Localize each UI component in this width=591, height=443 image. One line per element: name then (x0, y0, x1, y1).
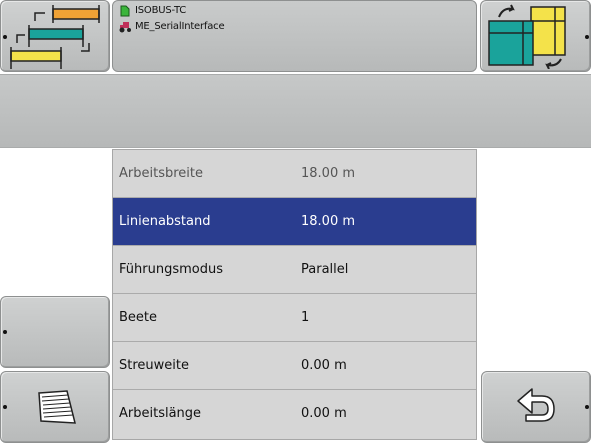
field-pattern-icon (38, 390, 76, 424)
field-pattern-button[interactable] (0, 371, 110, 443)
empty-softkey-button[interactable] (0, 296, 110, 368)
softkey-marker-icon (585, 405, 589, 409)
window-swap-icon (488, 4, 566, 69)
parameter-value: Parallel (301, 262, 349, 277)
table-row[interactable]: Beete 1 (113, 294, 476, 342)
task-controller-name: ISOBUS-TC (135, 5, 187, 16)
softkey-marker-icon (585, 35, 589, 39)
document-icon (120, 5, 130, 17)
parameter-value: 0.00 m (301, 358, 347, 373)
parameter-table: Arbeitsbreite 18.00 m Linienabstand 18.0… (112, 149, 477, 440)
table-row[interactable]: Arbeitslänge 0.00 m (113, 390, 476, 438)
task-info-panel: ISOBUS-TC ME_SerialInterface (112, 0, 477, 72)
table-row[interactable]: Führungsmodus Parallel (113, 246, 476, 294)
parameter-label: Arbeitsbreite (119, 166, 203, 181)
parameter-value: 1 (301, 310, 310, 325)
table-row[interactable]: Arbeitsbreite 18.00 m (113, 150, 476, 198)
parameter-value: 0.00 m (301, 406, 347, 421)
field-layout-switch-icon (10, 5, 100, 69)
parameter-value: 18.00 m (301, 214, 356, 229)
parameter-value: 18.00 m (301, 166, 356, 181)
softkey-marker-icon (3, 405, 7, 409)
back-button[interactable] (481, 371, 591, 443)
parameter-label: Beete (119, 310, 158, 325)
softkey-marker-icon (3, 330, 7, 334)
softkey-marker-icon (3, 35, 7, 39)
parameter-label: Führungsmodus (119, 262, 223, 277)
window-swap-button[interactable] (480, 0, 591, 72)
parameter-label: Arbeitslänge (119, 406, 202, 421)
table-row[interactable]: Linienabstand 18.00 m (113, 198, 476, 246)
parameter-label: Streuweite (119, 358, 189, 373)
table-row[interactable]: Streuweite 0.00 m (113, 342, 476, 390)
tractor-icon (119, 22, 131, 33)
parameter-label: Linienabstand (119, 214, 211, 229)
back-arrow-icon (517, 388, 555, 422)
implement-name: ME_SerialInterface (135, 21, 225, 32)
status-band (0, 74, 591, 148)
field-layout-switch-button[interactable] (0, 0, 110, 72)
